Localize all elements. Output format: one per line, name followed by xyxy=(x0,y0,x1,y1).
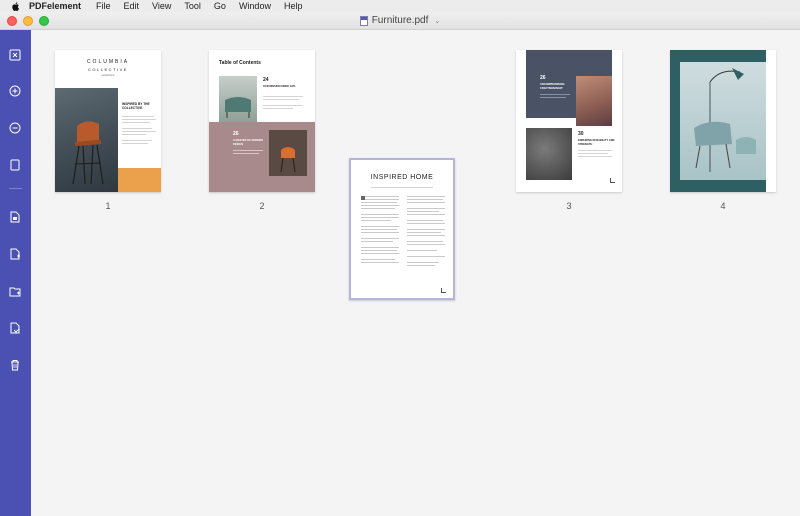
page-3-entry1-title: UNCOMPROMISING CRAFTSMANSHIP xyxy=(540,83,565,90)
page-selected-heading: INSPIRED HOME xyxy=(370,174,434,181)
extract-page-icon xyxy=(10,211,20,223)
text-line xyxy=(578,153,608,154)
page-thumbnail-2[interactable]: Table of Contents 24 OUR MISSION SINCE 1… xyxy=(209,50,315,192)
page-3-entry2-title: ENDURING DURABILITY AND STRENGTH xyxy=(578,139,615,146)
sofa-photo xyxy=(219,76,257,122)
text-line xyxy=(122,143,148,144)
menu-app-name[interactable]: PDFelement xyxy=(29,0,81,12)
lounge-chair-photo xyxy=(680,62,766,180)
page-thumbnail-4[interactable] xyxy=(670,50,776,192)
page-1-heading: INSPIRED BY THE COLLECTIVE. xyxy=(122,102,150,110)
zoom-out-icon xyxy=(9,122,21,134)
page-2-entry1-title: OUR MISSION SINCE 1971 xyxy=(263,85,296,88)
close-file-icon xyxy=(9,49,21,61)
page-3-entry1-number: 26 xyxy=(540,75,546,81)
page-1-brand-line2: COLLECTIVE xyxy=(88,67,128,72)
chevron-down-icon[interactable]: ⌄ xyxy=(434,17,440,25)
text-line xyxy=(263,105,303,106)
text-line xyxy=(540,94,570,95)
text-line xyxy=(122,122,150,123)
rail-divider xyxy=(9,188,22,189)
text-line xyxy=(122,116,154,117)
text-line xyxy=(540,97,566,98)
text-line xyxy=(263,96,303,97)
menu-edit[interactable]: Edit xyxy=(124,0,140,12)
menu-help[interactable]: Help xyxy=(284,0,303,12)
page-2-entry1-number: 24 xyxy=(263,77,269,83)
page-logo-icon xyxy=(610,178,615,183)
text-line xyxy=(122,131,156,132)
body-text-columns xyxy=(361,196,445,286)
delete-page-icon xyxy=(11,360,19,371)
leather-photo xyxy=(526,128,572,180)
close-file-button[interactable] xyxy=(5,45,25,65)
replace-page-icon xyxy=(10,322,20,334)
insert-page-button[interactable] xyxy=(5,244,25,264)
page-1-tagline: established xyxy=(101,74,115,77)
zoom-in-button[interactable] xyxy=(5,81,25,101)
extract-page-button[interactable] xyxy=(5,207,25,227)
page-2-entry2-number: 26 xyxy=(233,131,239,137)
page-thumbnail-1[interactable]: COLUMBIA COLLECTIVE established INSPIRED… xyxy=(55,50,161,192)
text-line xyxy=(263,108,293,109)
document-title: Furniture.pdf xyxy=(371,15,429,26)
zoom-in-icon xyxy=(9,85,21,97)
text-line xyxy=(122,119,156,120)
page-number-1: 1 xyxy=(105,201,111,211)
text-line xyxy=(578,150,612,151)
delete-page-button[interactable] xyxy=(5,355,25,375)
page-number-3: 3 xyxy=(566,201,572,211)
page-1-brand-line1: COLUMBIA xyxy=(86,59,130,65)
page-thumbnail-selected[interactable]: INSPIRED HOME xyxy=(349,158,455,300)
page-number-4: 4 xyxy=(720,201,726,211)
page-tools-sidebar xyxy=(0,30,31,516)
apple-icon[interactable] xyxy=(11,1,20,11)
text-line xyxy=(122,128,152,129)
craftsman-photo xyxy=(576,76,612,126)
page-thumbnail-3[interactable]: 26 UNCOMPROMISING CRAFTSMANSHIP 30 ENDUR… xyxy=(516,50,622,192)
pdf-document-icon xyxy=(359,15,368,26)
menu-view[interactable]: View xyxy=(152,0,171,12)
page-3-entry2-number: 30 xyxy=(578,131,584,137)
insert-page-icon xyxy=(10,248,20,260)
text-line xyxy=(233,150,263,151)
add-folder-icon xyxy=(9,287,21,297)
page-thumbnail-grid: COLUMBIA COLLECTIVE established INSPIRED… xyxy=(31,30,800,516)
page-number-2: 2 xyxy=(259,201,265,211)
text-line xyxy=(578,156,612,157)
page-2-heading: Table of Contents xyxy=(219,60,261,66)
menu-window[interactable]: Window xyxy=(239,0,271,12)
window-title[interactable]: Furniture.pdf ⌄ xyxy=(0,15,800,26)
menu-file[interactable]: File xyxy=(96,0,111,12)
page-2-entry2-title: A MASTER OF MODERN DESIGN xyxy=(233,139,264,146)
orange-chair-photo xyxy=(269,130,307,176)
chair-photo xyxy=(55,88,118,192)
menu-bar: PDFelement File Edit View Tool Go Window… xyxy=(0,0,800,12)
replace-page-button[interactable] xyxy=(5,318,25,338)
text-line xyxy=(263,99,299,100)
text-line xyxy=(233,153,259,154)
text-line xyxy=(371,187,433,188)
text-line xyxy=(122,140,152,141)
blank-page-icon xyxy=(10,159,20,171)
blank-page-button[interactable] xyxy=(5,155,25,175)
text-line xyxy=(122,134,146,135)
page-logo-icon xyxy=(441,288,446,293)
menu-tool[interactable]: Tool xyxy=(184,0,201,12)
orange-block xyxy=(118,168,161,192)
menu-go[interactable]: Go xyxy=(214,0,226,12)
add-folder-button[interactable] xyxy=(5,281,25,301)
window-title-bar[interactable]: Furniture.pdf ⌄ xyxy=(0,12,800,30)
zoom-out-button[interactable] xyxy=(5,118,25,138)
